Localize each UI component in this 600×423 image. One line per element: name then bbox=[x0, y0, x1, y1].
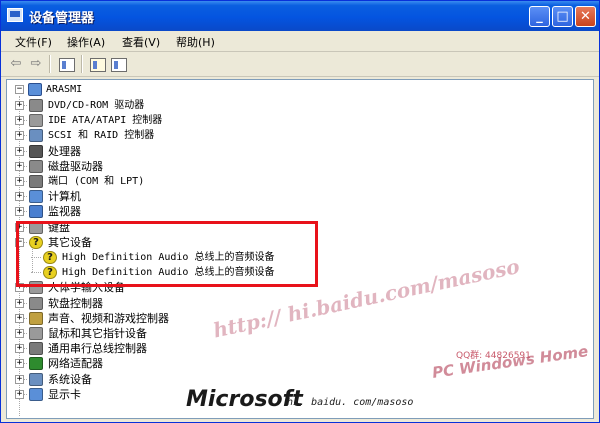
computer-icon bbox=[29, 190, 43, 204]
toolbar: ⇦ ⇨ bbox=[1, 52, 599, 77]
ide-controller-icon bbox=[29, 114, 43, 128]
window-title: 设备管理器 bbox=[29, 11, 95, 26]
tree-item-label: 网络适配器 bbox=[48, 357, 103, 371]
tree-item-label: 鼠标和其它指针设备 bbox=[48, 327, 147, 340]
scsi-controller-icon bbox=[29, 129, 43, 143]
tree-item-label: 计算机 bbox=[48, 190, 81, 204]
expand-toggle[interactable]: + bbox=[15, 329, 24, 338]
tree-item-label: SCSI 和 RAID 控制器 bbox=[48, 130, 155, 142]
expand-toggle[interactable]: + bbox=[15, 192, 24, 202]
disk-drive-icon bbox=[29, 159, 43, 173]
microsoft-url: hi. baidu. com/masoso bbox=[287, 397, 414, 408]
show-hide-console-tree-icon[interactable] bbox=[59, 58, 75, 72]
tree-item-label: 监视器 bbox=[48, 205, 81, 219]
tree-item-label: 通用串行总线控制器 bbox=[48, 342, 147, 356]
red-highlight-box bbox=[16, 221, 318, 287]
mouse-icon bbox=[29, 327, 43, 340]
tree-item-label: IDE ATA/ATAPI 控制器 bbox=[48, 115, 163, 127]
computer-icon bbox=[28, 83, 42, 96]
sound-icon bbox=[29, 311, 43, 325]
title-bar[interactable]: 设备管理器 _ □ ✕ bbox=[1, 1, 599, 31]
dvd-drive-icon bbox=[29, 99, 43, 112]
processor-icon bbox=[29, 144, 43, 158]
menu-file[interactable]: 文件(F) bbox=[15, 34, 52, 50]
device-manager-icon bbox=[7, 8, 23, 22]
menu-action[interactable]: 操作(A) bbox=[67, 34, 105, 50]
system-device-icon bbox=[29, 372, 43, 386]
expand-toggle[interactable]: + bbox=[15, 374, 24, 384]
tree-item-label: 声音、视频和游戏控制器 bbox=[48, 311, 169, 325]
minimize-button[interactable]: _ bbox=[529, 6, 550, 27]
menu-bar: 文件(F) 操作(A) 查看(V) 帮助(H) bbox=[1, 31, 599, 52]
menu-help[interactable]: 帮助(H) bbox=[176, 34, 215, 50]
display-adapter-icon bbox=[29, 387, 43, 401]
tree-item-label: 端口 (COM 和 LPT) bbox=[48, 176, 145, 187]
floppy-controller-icon bbox=[29, 296, 43, 310]
expand-toggle[interactable]: + bbox=[15, 344, 24, 354]
help-pane-icon[interactable] bbox=[111, 58, 127, 72]
expand-toggle[interactable]: + bbox=[15, 313, 24, 323]
properties-icon[interactable] bbox=[90, 58, 106, 72]
toolbar-separator bbox=[49, 55, 51, 73]
usb-icon bbox=[29, 342, 43, 356]
device-manager-window: 设备管理器 _ □ ✕ 文件(F) 操作(A) 查看(V) 帮助(H) ⇦ ⇨ … bbox=[0, 0, 600, 423]
expand-toggle[interactable]: + bbox=[15, 116, 24, 126]
expand-toggle[interactable]: + bbox=[15, 298, 24, 308]
close-button[interactable]: ✕ bbox=[575, 6, 596, 27]
toolbar-separator bbox=[81, 55, 83, 73]
microsoft-logo: Microsoft bbox=[186, 387, 303, 412]
tree-item-label: 磁盘驱动器 bbox=[48, 159, 103, 173]
back-arrow-icon[interactable]: ⇦ bbox=[7, 56, 25, 72]
forward-arrow-icon[interactable]: ⇨ bbox=[27, 56, 45, 72]
tree-item-label: DVD/CD-ROM 驱动器 bbox=[48, 100, 145, 111]
tree-item-label: 软盘控制器 bbox=[48, 296, 103, 310]
maximize-button[interactable]: □ bbox=[552, 6, 573, 27]
expand-toggle[interactable]: + bbox=[15, 101, 24, 110]
collapse-toggle[interactable]: − bbox=[15, 85, 24, 94]
expand-toggle[interactable]: + bbox=[15, 389, 24, 399]
port-icon bbox=[29, 175, 43, 188]
tree-item-label: 系统设备 bbox=[48, 372, 92, 386]
monitor-icon bbox=[29, 205, 43, 219]
expand-toggle[interactable]: + bbox=[15, 359, 24, 369]
tree-item-label: 处理器 bbox=[48, 144, 81, 158]
expand-toggle[interactable]: + bbox=[15, 146, 24, 156]
tree-item-label: 显示卡 bbox=[48, 387, 81, 401]
expand-toggle[interactable]: + bbox=[15, 207, 24, 217]
network-adapter-icon bbox=[29, 357, 43, 371]
expand-toggle[interactable]: + bbox=[15, 177, 24, 186]
menu-view[interactable]: 查看(V) bbox=[122, 34, 160, 50]
expand-toggle[interactable]: + bbox=[15, 131, 24, 141]
tree-root-label: ARASMI bbox=[46, 84, 83, 95]
expand-toggle[interactable]: + bbox=[15, 161, 24, 171]
